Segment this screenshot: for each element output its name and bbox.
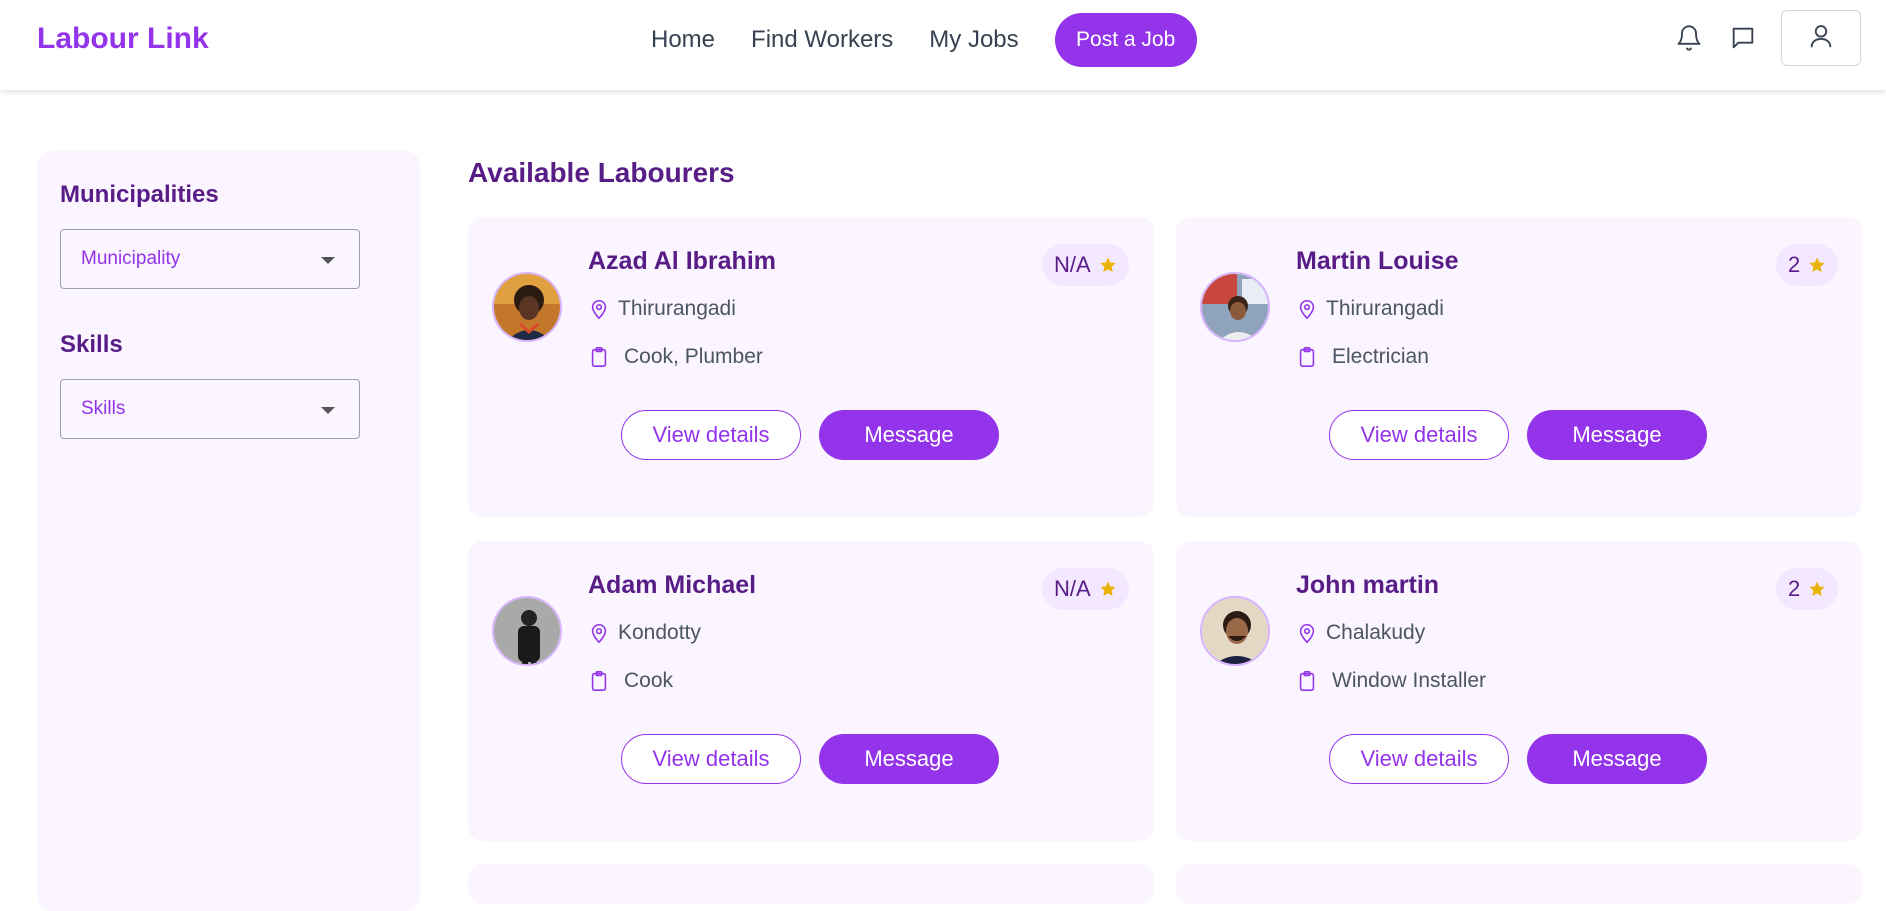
avatar (1200, 596, 1270, 666)
municipality-select[interactable]: Municipality (60, 229, 360, 289)
rating-value: 2 (1788, 252, 1801, 277)
brand-logo[interactable]: Labour Link (37, 22, 209, 56)
worker-location: Kondotty (588, 621, 701, 645)
chevron-down-icon (321, 257, 335, 264)
worker-skills: Window Installer (1296, 669, 1486, 693)
clipboard-icon (1296, 346, 1318, 368)
post-job-button[interactable]: Post a Job (1054, 13, 1197, 67)
skills-select-value: Skills (81, 398, 126, 419)
user-icon (1807, 22, 1835, 55)
worker-name[interactable]: Azad Al Ibrahim (588, 247, 776, 276)
star-icon (1808, 580, 1826, 598)
star-icon (1099, 256, 1117, 274)
worker-name[interactable]: Adam Michael (588, 571, 756, 600)
worker-card: Adam Michael N/A Kondotty Cook View deta… (468, 541, 1154, 841)
worker-card (468, 864, 1154, 904)
worker-skills: Cook (588, 669, 673, 693)
skills-text: Window Installer (1332, 669, 1487, 692)
skills-select[interactable]: Skills (60, 379, 360, 439)
municipalities-heading: Municipalities (60, 181, 219, 208)
location-text: Chalakudy (1326, 621, 1426, 644)
nav-home[interactable]: Home (651, 26, 715, 54)
location-text: Thirurangadi (618, 297, 736, 320)
star-icon (1808, 256, 1826, 274)
message-button[interactable]: Message (1527, 734, 1707, 784)
nav-find-workers[interactable]: Find Workers (751, 26, 893, 54)
worker-name[interactable]: John martin (1296, 571, 1439, 600)
view-details-button[interactable]: View details (621, 734, 801, 784)
worker-location: Chalakudy (1296, 621, 1425, 645)
view-details-button[interactable]: View details (1329, 734, 1509, 784)
top-navbar: Labour Link Home Find Workers My Jobs Po… (0, 0, 1886, 90)
chevron-down-icon (321, 407, 335, 414)
avatar (492, 596, 562, 666)
rating-badge: 2 (1776, 568, 1839, 610)
clipboard-icon (1296, 670, 1318, 692)
rating-badge: N/A (1042, 244, 1129, 286)
nav-my-jobs[interactable]: My Jobs (929, 26, 1018, 54)
avatar (492, 272, 562, 342)
star-icon (1099, 580, 1117, 598)
view-details-button[interactable]: View details (621, 410, 801, 460)
worker-card: Martin Louise 2 Thirurangadi Electrician… (1176, 217, 1862, 517)
worker-card: Azad Al Ibrahim N/A Thirurangadi Cook, P… (468, 217, 1154, 517)
worker-card: John martin 2 Chalakudy Window Installer… (1176, 541, 1862, 841)
main-nav: Home Find Workers My Jobs Post a Job (651, 12, 1197, 68)
location-pin-icon (588, 298, 610, 320)
location-pin-icon (588, 622, 610, 644)
rating-value: 2 (1788, 576, 1801, 601)
skills-heading: Skills (60, 331, 123, 358)
location-pin-icon (1296, 298, 1318, 320)
page-title: Available Labourers (468, 157, 735, 188)
clipboard-icon (588, 670, 610, 692)
worker-location: Thirurangadi (588, 297, 736, 321)
profile-button[interactable] (1781, 10, 1861, 66)
worker-name[interactable]: Martin Louise (1296, 247, 1459, 276)
clipboard-icon (588, 346, 610, 368)
worker-location: Thirurangadi (1296, 297, 1444, 321)
rating-badge: N/A (1042, 568, 1129, 610)
bell-icon[interactable] (1673, 22, 1705, 54)
view-details-button[interactable]: View details (1329, 410, 1509, 460)
message-button[interactable]: Message (819, 734, 999, 784)
worker-skills: Cook, Plumber (588, 345, 763, 369)
avatar (1200, 272, 1270, 342)
filter-sidebar: Municipalities Municipality Skills Skill… (37, 151, 420, 911)
chat-icon[interactable] (1727, 22, 1759, 54)
worker-card (1176, 864, 1862, 904)
municipality-select-value: Municipality (81, 248, 181, 269)
rating-badge: 2 (1776, 244, 1839, 286)
message-button[interactable]: Message (1527, 410, 1707, 460)
worker-skills: Electrician (1296, 345, 1429, 369)
skills-text: Cook (624, 669, 674, 692)
location-pin-icon (1296, 622, 1318, 644)
rating-value: N/A (1054, 252, 1091, 277)
skills-text: Electrician (1332, 345, 1429, 368)
rating-value: N/A (1054, 576, 1091, 601)
location-text: Thirurangadi (1326, 297, 1444, 320)
skills-text: Cook, Plumber (624, 345, 763, 368)
message-button[interactable]: Message (819, 410, 999, 460)
location-text: Kondotty (618, 621, 701, 644)
